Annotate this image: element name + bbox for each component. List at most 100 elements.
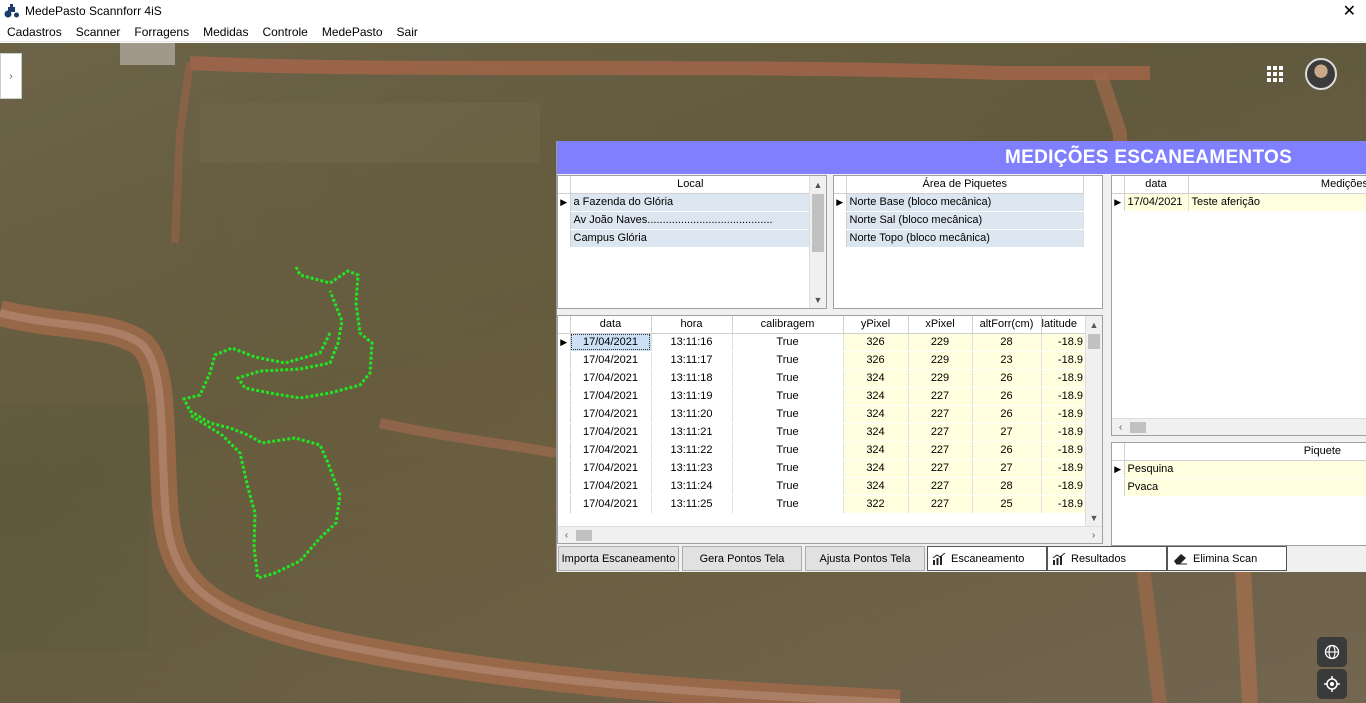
scan-cell[interactable]: 26 [972,387,1042,406]
ajusta-pontos-button[interactable]: Ajusta Pontos Tela [805,546,925,571]
scan-cell[interactable]: 326 [843,351,909,370]
scan-cell[interactable]: 17/04/2021 [570,459,652,478]
scan-cell[interactable]: 227 [908,423,973,442]
scan-cell[interactable]: 17/04/2021 [570,441,652,460]
scan-cell[interactable]: 27 [972,459,1042,478]
scan-cell[interactable]: 17/04/2021 [570,495,652,514]
scan-cell[interactable]: 17/04/2021 [570,387,652,406]
scan-cell[interactable]: 13:11:18 [651,369,733,388]
scan-cell[interactable]: 13:11:21 [651,423,733,442]
menu-scanner[interactable]: Scanner [69,25,128,39]
local-cell[interactable]: Campus Glória [570,229,811,248]
scan-cell[interactable]: -18.9 [1041,369,1087,388]
table-row[interactable]: 17/04/2021 13:11:21 True 324 227 27 -18.9 [558,423,1087,442]
col-header[interactable]: latitude [1041,316,1087,334]
scan-cell[interactable]: 27 [972,423,1042,442]
scan-cell[interactable]: -18.9 [1041,387,1087,406]
scan-cell[interactable]: True [732,351,844,370]
piquete-cell[interactable]: Pvaca [1124,478,1366,497]
area-piquetes-grid[interactable]: Área de Piquetes ▶ Norte Base (bloco mecâ… [833,175,1103,309]
scan-cell[interactable]: 17/04/2021 [570,369,652,388]
scan-cell[interactable]: 324 [843,369,909,388]
scan-cell[interactable]: 13:11:19 [651,387,733,406]
col-header[interactable]: altForr(cm) [972,316,1042,334]
local-vscroll[interactable]: ▲ ▼ [809,176,826,308]
medicoes-date-header[interactable]: data [1124,176,1189,194]
globe-icon[interactable] [1317,637,1347,667]
scan-cell[interactable]: -18.9 [1041,441,1087,460]
scan-cell[interactable]: 324 [843,387,909,406]
medicao-name[interactable]: Teste aferição [1188,193,1366,212]
scan-cell[interactable]: 13:11:17 [651,351,733,370]
scroll-up-icon[interactable]: ▲ [1086,316,1102,333]
scan-cell[interactable]: True [732,477,844,496]
table-row[interactable]: 17/04/2021 13:11:20 True 324 227 26 -18.9 [558,405,1087,424]
apps-grid-icon[interactable] [1266,65,1286,85]
scan-cell[interactable]: 322 [843,495,909,514]
scan-hscroll[interactable]: ‹ › [558,526,1102,543]
scan-cell[interactable]: -18.9 [1041,495,1087,514]
scan-cell[interactable]: -18.9 [1041,405,1087,424]
scan-cell[interactable]: 324 [843,459,909,478]
scan-cell[interactable]: 23 [972,351,1042,370]
list-item[interactable]: Campus Glória [558,229,811,248]
piquete-grid[interactable]: Piquete ▶ Pesquina Pvaca [1111,442,1366,546]
scan-cell[interactable]: 227 [908,477,973,496]
scan-cell[interactable]: -18.9 [1041,477,1087,496]
local-grid[interactable]: Local ▶ a Fazenda do Glória Av João Naves… [557,175,827,309]
scan-cell[interactable]: 17/04/2021 [570,423,652,442]
scroll-right-icon[interactable]: › [1085,527,1102,543]
resultados-button[interactable]: Resultados [1047,546,1167,571]
medicao-date[interactable]: 17/04/2021 [1124,193,1189,212]
scan-cell[interactable]: 324 [843,441,909,460]
table-row[interactable]: 17/04/2021 13:11:23 True 324 227 27 -18.9 [558,459,1087,478]
col-header[interactable]: hora [651,316,733,334]
col-header[interactable]: calibragem [732,316,844,334]
scan-cell[interactable]: True [732,333,844,352]
scan-cell[interactable]: 13:11:16 [651,333,733,352]
menu-sair[interactable]: Sair [390,25,425,39]
scan-cell[interactable]: 17/04/2021 [570,477,652,496]
menu-controle[interactable]: Controle [255,25,314,39]
local-cell[interactable]: a Fazenda do Glória [570,193,811,212]
scan-cell[interactable]: 229 [908,333,973,352]
local-header[interactable]: Local [570,176,811,194]
scan-cell[interactable]: 227 [908,405,973,424]
list-item[interactable]: ▶ a Fazenda do Glória [558,193,811,212]
crosshair-icon[interactable] [1317,669,1347,699]
piquete-header[interactable]: Piquete [1124,443,1366,461]
scroll-left-icon[interactable]: ‹ [558,527,575,543]
gera-pontos-button[interactable]: Gera Pontos Tela [682,546,802,571]
scan-cell[interactable]: 13:11:20 [651,405,733,424]
scan-cell[interactable]: 229 [908,369,973,388]
scan-cell[interactable]: 13:11:25 [651,495,733,514]
scan-cell[interactable]: 17/04/2021 [570,351,652,370]
scan-cell[interactable]: 324 [843,405,909,424]
close-button[interactable]: ✕ [1343,1,1356,21]
avatar[interactable] [1305,58,1337,90]
table-row[interactable]: 17/04/2021 13:11:19 True 324 227 26 -18.9 [558,387,1087,406]
list-item[interactable]: ▶ Pesquina [1112,460,1366,479]
scan-cell[interactable]: True [732,441,844,460]
col-header[interactable]: data [570,316,652,334]
local-cell[interactable]: Av João Naves...........................… [570,211,811,230]
scan-cell[interactable]: 17/04/2021 [570,333,652,352]
list-item[interactable]: Av João Naves...........................… [558,211,811,230]
scan-data-grid[interactable]: data hora calibragem yPixel xPixel altFo… [557,315,1103,544]
scan-cell[interactable]: 26 [972,369,1042,388]
scan-cell[interactable]: 227 [908,459,973,478]
scan-cell[interactable]: 227 [908,441,973,460]
scan-cell[interactable]: 227 [908,387,973,406]
importa-escaneamento-button[interactable]: Importa Escaneamento [558,546,679,571]
table-row[interactable]: 17/04/2021 13:11:22 True 324 227 26 -18.9 [558,441,1087,460]
scan-cell[interactable]: True [732,459,844,478]
scan-cell[interactable]: -18.9 [1041,351,1087,370]
scroll-down-icon[interactable]: ▼ [810,291,826,308]
elimina-scan-button[interactable]: Elimina Scan [1167,546,1287,571]
list-item[interactable]: ▶ Norte Base (bloco mecânica) [834,193,1084,212]
scan-cell[interactable]: 13:11:22 [651,441,733,460]
area-cell[interactable]: Norte Topo (bloco mecânica) [846,229,1084,248]
area-cell[interactable]: Norte Sal (bloco mecânica) [846,211,1084,230]
scroll-down-icon[interactable]: ▼ [1086,509,1102,526]
scan-cell[interactable]: 28 [972,477,1042,496]
